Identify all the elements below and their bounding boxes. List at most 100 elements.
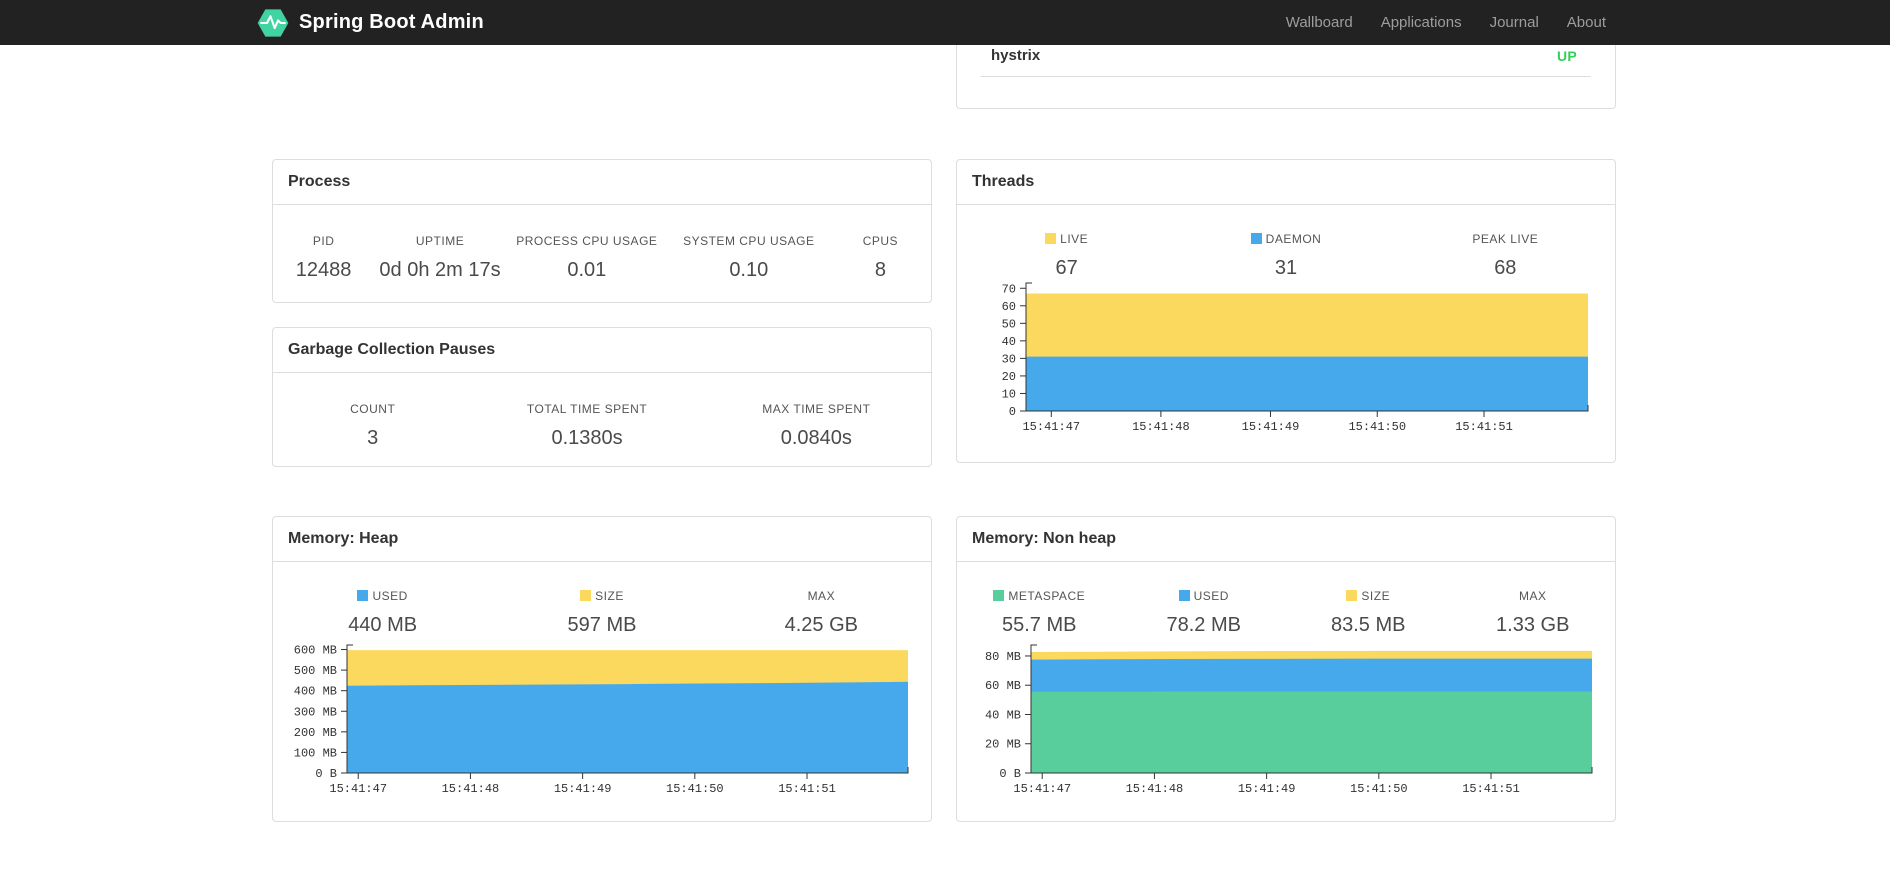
metric-label: PROCESS CPU USAGE: [516, 234, 658, 248]
process-metrics: PID 12488 UPTIME 0d 0h 2m 17s PROCESS CP…: [273, 205, 931, 283]
area-used: [347, 681, 908, 773]
metric-label: CPUS: [862, 234, 899, 248]
metric-process-cpu-usage: PROCESS CPU USAGE 0.01: [506, 233, 668, 283]
memory-heap-panel: Memory: Heap USED 440 MB SIZE 597 MB MAX…: [272, 516, 932, 822]
legend-metaspace: METASPACE 55.7 MB: [957, 588, 1122, 638]
gc-pauses-panel: Garbage Collection Pauses COUNT 3 TOTAL …: [272, 327, 932, 467]
nav-item-wallboard[interactable]: Wallboard: [1272, 0, 1367, 45]
legend-label: SIZE: [492, 588, 711, 604]
health-indicator-name: hystrix: [991, 47, 1041, 64]
y-tick-label: 30: [1002, 352, 1016, 366]
metric-value: 8: [874, 259, 886, 281]
used-swatch-icon: [357, 590, 369, 601]
legend-used: USED 440 MB: [273, 588, 492, 638]
y-tick-label: 0: [1009, 405, 1016, 419]
nonheap-legend: METASPACE 55.7 MB USED 78.2 MB SIZE 83.5…: [957, 562, 1615, 638]
legend-label: METASPACE: [957, 588, 1122, 604]
y-tick-label: 80 MB: [985, 650, 1021, 664]
x-tick-label: 15:41:47: [329, 782, 387, 796]
threads-chart: 0 10 20 30 40 50 60 70 15:41:47 15:41:48 15:41:49 1…: [957, 270, 1615, 445]
metric-count: COUNT 3: [273, 401, 472, 451]
x-tick-label: 15:41:49: [1238, 782, 1296, 796]
x-tick-label: 15:41:48: [1132, 420, 1190, 434]
legend-label: USED: [273, 588, 492, 604]
legend-used: USED 78.2 MB: [1122, 588, 1287, 638]
legend-max: MAX 1.33 GB: [1451, 588, 1616, 638]
brand[interactable]: Spring Boot Admin: [256, 0, 484, 45]
heap-panel-title: Memory: Heap: [273, 517, 931, 562]
x-tick-label: 15:41:47: [1022, 420, 1080, 434]
process-panel: Process PID 12488 UPTIME 0d 0h 2m 17s PR…: [272, 159, 932, 303]
metric-value: 0d 0h 2m 17s: [379, 259, 501, 281]
legend-size: SIZE 597 MB: [492, 588, 711, 638]
memory-nonheap-panel: Memory: Non heap METASPACE 55.7 MB USED …: [956, 516, 1616, 822]
y-tick-label: 100 MB: [294, 746, 337, 760]
memory-heap-chart: 0 B 100 MB 200 MB 300 MB 400 MB 500 MB 600 MB 1…: [273, 632, 931, 807]
metric-system-cpu-usage: SYSTEM CPU USAGE 0.10: [668, 233, 830, 283]
metric-label: SYSTEM CPU USAGE: [683, 234, 815, 248]
legend-max: MAX 4.25 GB: [712, 588, 931, 638]
metric-value: 0.0840s: [780, 427, 852, 449]
metric-cpus: CPUS 8: [830, 233, 931, 283]
nav-item-about[interactable]: About: [1553, 0, 1620, 45]
metric-value: 0.10: [729, 259, 769, 281]
y-tick-label: 400 MB: [294, 685, 337, 699]
used-swatch-icon: [1178, 590, 1190, 601]
metric-label: UPTIME: [415, 234, 465, 248]
y-tick-label: 600 MB: [294, 644, 337, 658]
x-tick-label: 15:41:49: [1242, 420, 1300, 434]
x-tick-label: 15:41:50: [1348, 420, 1406, 434]
x-tick-label: 15:41:51: [1455, 420, 1513, 434]
y-tick-label: 0 B: [315, 767, 337, 781]
size-swatch-icon: [1346, 590, 1358, 601]
nav-item-applications[interactable]: Applications: [1367, 0, 1476, 45]
x-tick-label: 15:41:51: [1462, 782, 1520, 796]
memory-nonheap-chart: 0 B 20 MB 40 MB 60 MB 80 MB 15:41:47 15:41:48 1…: [957, 632, 1615, 807]
process-panel-title: Process: [273, 160, 931, 205]
y-tick-label: 70: [1002, 282, 1016, 296]
y-tick-label: 60: [1002, 300, 1016, 314]
legend-size: SIZE 83.5 MB: [1286, 588, 1451, 638]
metric-pid: PID 12488: [273, 233, 374, 283]
metric-label: COUNT: [350, 402, 396, 416]
navbar: Spring Boot Admin Wallboard Applications…: [0, 0, 1890, 45]
x-tick-label: 15:41:47: [1013, 782, 1071, 796]
y-tick-label: 20: [1002, 370, 1016, 384]
y-tick-label: 300 MB: [294, 705, 337, 719]
metaspace-swatch-icon: [993, 590, 1005, 601]
legend-label: MAX: [807, 589, 836, 603]
y-tick-label: 20 MB: [985, 738, 1021, 752]
x-tick-label: 15:41:50: [666, 782, 724, 796]
area-metaspace: [1031, 691, 1592, 773]
legend-label: USED: [1122, 588, 1287, 604]
threads-panel: Threads LIVE 67 DAEMON 31 PEAK LIVE 68 0…: [956, 159, 1616, 463]
spring-boot-admin-logo-icon: [256, 6, 290, 40]
live-swatch-icon: [1045, 233, 1057, 244]
metric-uptime: UPTIME 0d 0h 2m 17s: [374, 233, 506, 283]
y-tick-label: 60 MB: [985, 679, 1021, 693]
x-tick-label: 15:41:50: [1350, 782, 1408, 796]
status-badge: UP: [1556, 47, 1577, 64]
y-tick-label: 0 B: [999, 767, 1021, 781]
metric-label: TOTAL TIME SPENT: [526, 402, 648, 416]
daemon-swatch-icon: [1250, 233, 1262, 244]
threads-panel-title: Threads: [957, 160, 1615, 205]
x-tick-label: 15:41:49: [554, 782, 612, 796]
nav-item-journal[interactable]: Journal: [1476, 0, 1553, 45]
metric-label: PID: [312, 234, 335, 248]
x-tick-label: 15:41:48: [1126, 782, 1184, 796]
heap-legend: USED 440 MB SIZE 597 MB MAX 4.25 GB: [273, 562, 931, 638]
y-tick-label: 40 MB: [985, 708, 1021, 722]
y-tick-label: 200 MB: [294, 726, 337, 740]
metric-max-time-spent: MAX TIME SPENT 0.0840s: [702, 401, 931, 451]
metric-value: 0.1380s: [551, 427, 623, 449]
metric-total-time-spent: TOTAL TIME SPENT 0.1380s: [472, 401, 701, 451]
brand-title: Spring Boot Admin: [299, 11, 484, 33]
nav-menu: Wallboard Applications Journal About: [1272, 0, 1620, 45]
legend-label: DAEMON: [1176, 231, 1395, 247]
y-tick-label: 10: [1002, 387, 1016, 401]
metric-value: 0.01: [567, 259, 607, 281]
gc-panel-title: Garbage Collection Pauses: [273, 328, 931, 373]
y-tick-label: 40: [1002, 335, 1016, 349]
nonheap-panel-title: Memory: Non heap: [957, 517, 1615, 562]
